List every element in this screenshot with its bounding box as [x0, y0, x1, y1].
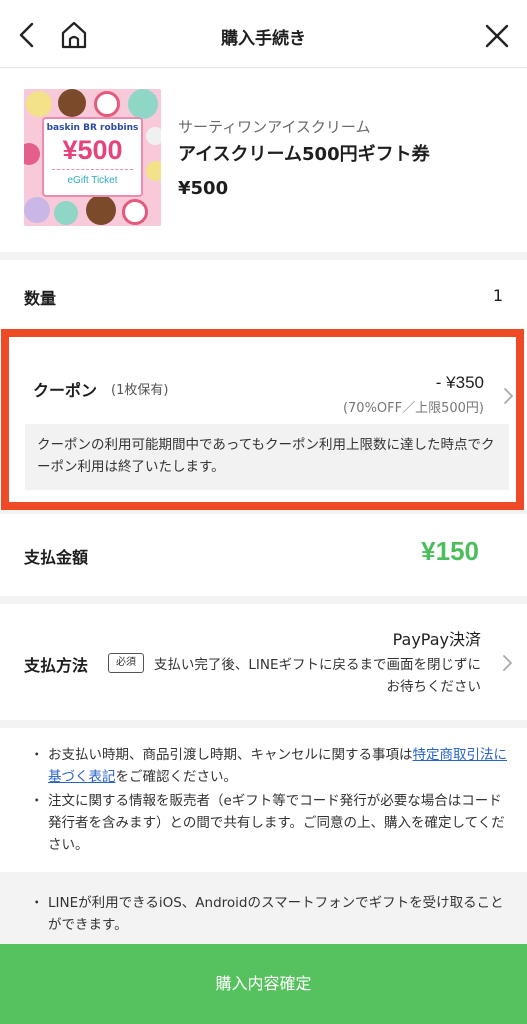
required-badge: 必須 — [108, 653, 144, 673]
note-item: ・ 注文に関する情報を販売者（eギフト等でコード発行が必要な場合はコード発行者を… — [30, 790, 510, 856]
payment-method-name: PayPay決済 — [392, 630, 481, 649]
product-thumbnail: baskin BR robbins ¥500 eGift Ticket — [24, 89, 161, 226]
quantity-row: 数量 1 — [0, 260, 527, 330]
note-item: ・ LINEが利用できるiOS、Androidのスマートフォンでギフトを受け取る… — [30, 892, 510, 936]
total-label: 支払金額 — [24, 548, 89, 567]
product-price: ¥500 — [178, 178, 229, 199]
payment-method-description: 支払い完了後、LINEギフトに戻るまで画面を閉じずにお待ちください — [153, 657, 481, 695]
coupon-info-box: クーポンの利用可能期間中であってもクーポン利用上限数に達した時点でクーポン利用は… — [25, 424, 509, 490]
quantity-label: 数量 — [24, 289, 57, 308]
bullet: ・ — [30, 747, 44, 763]
chevron-right-icon — [503, 655, 512, 671]
shop-name: サーティワンアイスクリーム — [178, 118, 371, 136]
confirm-purchase-button[interactable]: 購入内容確定 — [0, 944, 527, 1024]
note-item: ・ お支払い時期、商品引渡し時期、キャンセルに関する事項は特定商取引法に基づく表… — [30, 744, 510, 788]
quantity-value: 1 — [492, 286, 503, 305]
app-header: 購入手続き — [0, 0, 527, 68]
coupon-discount: - ¥350 — [435, 373, 484, 392]
coupon-discount-note: (70%OFF／上限500円) — [342, 401, 484, 416]
note-text: LINEが利用できるiOS、Androidのスマートフォンでギフトを受け取ること… — [48, 895, 504, 933]
ticket-divider — [52, 169, 133, 170]
note-text: 注文に関する情報を販売者（eギフト等でコード発行が必要な場合はコード発行者を含み… — [48, 793, 505, 853]
page-title: 購入手続き — [221, 29, 306, 49]
ticket-price: ¥500 — [62, 135, 123, 165]
close-icon[interactable] — [483, 22, 511, 50]
section-divider — [0, 720, 527, 728]
product-name: アイスクリーム500円ギフト券 — [178, 144, 430, 165]
note-text: お支払い時期、商品引渡し時期、キャンセルに関する事項は — [48, 747, 413, 763]
payment-method-row[interactable]: 支払方法 必須 PayPay決済 支払い完了後、LINEギフトに戻るまで画面を閉… — [0, 604, 527, 720]
chevron-right-icon — [504, 388, 513, 404]
total-row: 支払金額 ¥150 — [0, 514, 527, 596]
ticket-label: eGift Ticket — [67, 175, 118, 186]
bullet: ・ — [30, 895, 44, 911]
notes-section-secondary: ・ LINEが利用できるiOS、Androidのスマートフォンでギフトを受け取る… — [0, 872, 527, 952]
gift-ticket-graphic: baskin BR robbins ¥500 eGift Ticket — [42, 117, 143, 197]
coupon-label: クーポン — [33, 381, 98, 400]
product-summary: baskin BR robbins ¥500 eGift Ticket サーティ… — [0, 68, 527, 254]
note-text: をご確認ください。 — [115, 769, 238, 785]
coupon-section-highlight: クーポン (1枚保有) - ¥350 (70%OFF／上限500円) クーポンの… — [1, 329, 524, 510]
bullet: ・ — [30, 793, 44, 809]
section-divider — [0, 596, 527, 604]
notes-section: ・ お支払い時期、商品引渡し時期、キャンセルに関する事項は特定商取引法に基づく表… — [0, 728, 527, 870]
coupon-owned-count: (1枚保有) — [111, 383, 169, 398]
total-amount: ¥150 — [421, 536, 479, 566]
ticket-brand: baskin BR robbins — [46, 123, 139, 133]
section-divider — [0, 252, 527, 260]
payment-label: 支払方法 — [24, 656, 89, 675]
